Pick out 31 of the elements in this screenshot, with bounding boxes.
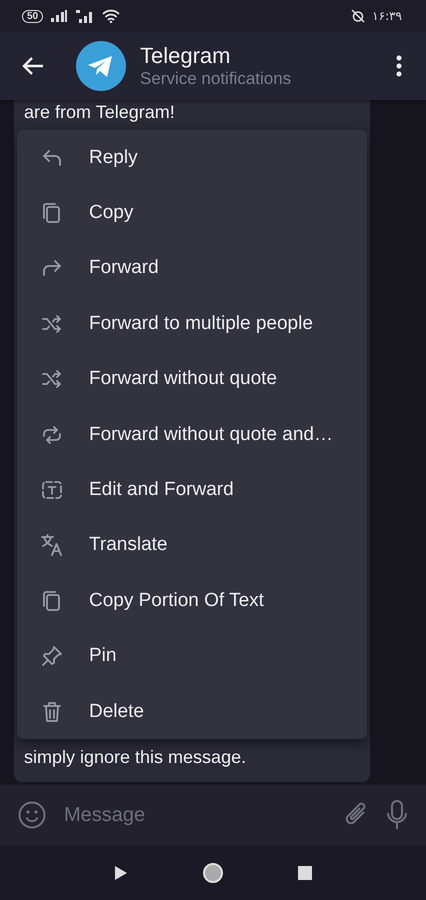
- menu-item[interactable]: Translate: [17, 518, 367, 574]
- emoji-icon[interactable]: [18, 801, 46, 829]
- wifi-icon: [102, 9, 120, 23]
- microphone-icon[interactable]: [386, 800, 408, 830]
- menu-item[interactable]: Copy Portion Of Text: [17, 573, 367, 629]
- back-nav-icon[interactable]: [114, 864, 128, 880]
- more-menu-icon[interactable]: [396, 55, 402, 77]
- chat-title: Telegram: [140, 43, 232, 69]
- menu-item[interactable]: Reply: [17, 130, 367, 186]
- trash-icon: [40, 700, 64, 724]
- battery-indicator: 50: [22, 10, 44, 22]
- menu-item[interactable]: Copy: [17, 185, 367, 241]
- chat-subtitle: Service notifications: [140, 69, 292, 89]
- home-nav-icon[interactable]: [202, 862, 224, 884]
- menu-item[interactable]: Pin: [17, 628, 367, 684]
- menu-item[interactable]: Forward without quote and…: [17, 406, 367, 462]
- message-text: simply ignore this message.: [24, 747, 248, 768]
- menu-item[interactable]: Edit and Forward: [17, 462, 367, 518]
- pin-icon: [40, 644, 64, 668]
- message-text: are from Telegram!: [24, 102, 176, 123]
- recents-nav-icon[interactable]: [298, 866, 312, 880]
- clock-time: ۱۶:۳۹: [372, 9, 402, 23]
- signal-icon: [50, 10, 68, 22]
- menu-item[interactable]: Forward: [17, 240, 367, 296]
- back-arrow-icon[interactable]: [22, 56, 44, 76]
- alarm-off-icon: [351, 9, 366, 23]
- menu-item[interactable]: Delete: [17, 684, 367, 740]
- menu-item[interactable]: Forward without quote: [17, 352, 367, 407]
- menu-item[interactable]: Forward to multiple people: [17, 296, 367, 352]
- translate-icon: [40, 533, 64, 558]
- telegram-avatar-icon: [76, 41, 126, 91]
